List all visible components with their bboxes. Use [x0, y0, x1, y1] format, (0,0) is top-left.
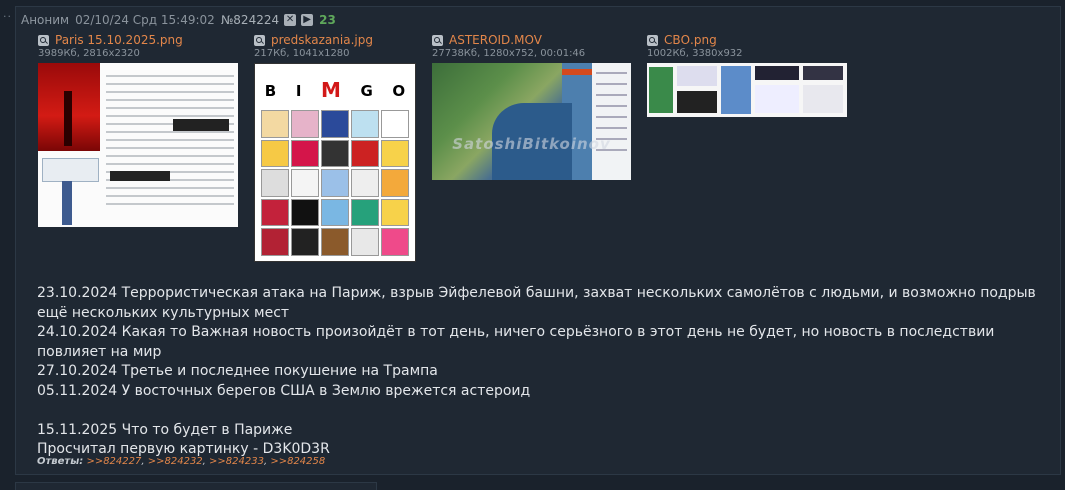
file-attachment-1: Paris 15.10.2025.png 3989Кб, 2816x2320 [38, 33, 183, 60]
file-thumbnail-1[interactable] [38, 63, 238, 227]
post-message: 23.10.2024 Террористическая атака на Пар… [37, 284, 1057, 460]
file-info: 27738Кб, 1280x752, 00:01:46 [432, 48, 586, 59]
bingo-letter: G [360, 82, 373, 100]
post-author: Аноним [21, 13, 70, 27]
message-line: 24.10.2024 Какая то Важная новость произ… [37, 324, 995, 360]
eiffel-tower-image [38, 63, 100, 151]
file-name[interactable]: predskazania.jpg [271, 33, 373, 47]
file-attachment-4: СВО.png 1002Кб, 3380x932 [647, 33, 743, 60]
bingo-grid [261, 110, 409, 256]
post: Аноним 02/10/24 Срд 15:49:02 №824224 ✕ ▶… [15, 6, 1061, 475]
video-watermark: SatoshiBitkoinov [452, 135, 611, 153]
file-attachment-3: ASTEROID.MOV 27738Кб, 1280x752, 00:01:46 [432, 33, 585, 60]
close-icon[interactable]: ✕ [284, 14, 297, 26]
bingo-letter: B [264, 82, 277, 100]
bingo-letter: M [321, 78, 341, 102]
file-info: 1002Кб, 3380x932 [647, 48, 743, 59]
file-thumbnail-2[interactable]: B I M G O [254, 63, 416, 262]
file-thumbnail-4[interactable] [647, 63, 847, 117]
post-date: 02/10/24 Срд 15:49:02 [75, 13, 215, 27]
bingo-header: B I M G O [255, 78, 415, 102]
play-icon[interactable]: ▶ [301, 14, 314, 26]
post-handle[interactable]: ·· [3, 10, 12, 23]
replies-list: Ответы: >>824227, >>824232, >>824233, >>… [37, 456, 326, 467]
post-header: Аноним 02/10/24 Срд 15:49:02 №824224 ✕ ▶… [21, 12, 336, 28]
file-thumbnail-3[interactable]: SatoshiBitkoinov [432, 63, 631, 180]
magnify-icon[interactable] [647, 34, 658, 46]
replies-count[interactable]: 23 [319, 13, 336, 27]
message-line: 23.10.2024 Террористическая атака на Пар… [37, 285, 1036, 321]
reply-link[interactable]: >>824227 [86, 456, 141, 467]
message-line: 27.10.2024 Третье и последнее покушение … [37, 363, 438, 379]
magnify-icon[interactable] [432, 34, 443, 46]
reply-link[interactable]: >>824233 [209, 456, 264, 467]
file-name[interactable]: СВО.png [664, 33, 717, 47]
replies-label: Ответы: [37, 456, 84, 467]
file-name[interactable]: Paris 15.10.2025.png [55, 33, 183, 47]
file-info: 3989Кб, 2816x2320 [38, 48, 140, 59]
message-line: 15.11.2025 Что то будет в Париже [37, 421, 293, 438]
reply-link[interactable]: >>824232 [148, 456, 203, 467]
file-info: 217Кб, 1041x1280 [254, 48, 350, 59]
magnify-icon[interactable] [38, 34, 49, 46]
message-line: 05.11.2024 У восточных берегов США в Зем… [37, 382, 531, 399]
file-name[interactable]: ASTEROID.MOV [449, 33, 542, 47]
reply-link[interactable]: >>824258 [270, 456, 325, 467]
bingo-letter: O [392, 82, 406, 100]
file-attachment-2: predskazania.jpg 217Кб, 1041x1280 [254, 33, 373, 60]
bingo-letter: I [295, 82, 302, 100]
magnify-icon[interactable] [254, 34, 265, 46]
post-number[interactable]: №824224 [221, 13, 279, 27]
